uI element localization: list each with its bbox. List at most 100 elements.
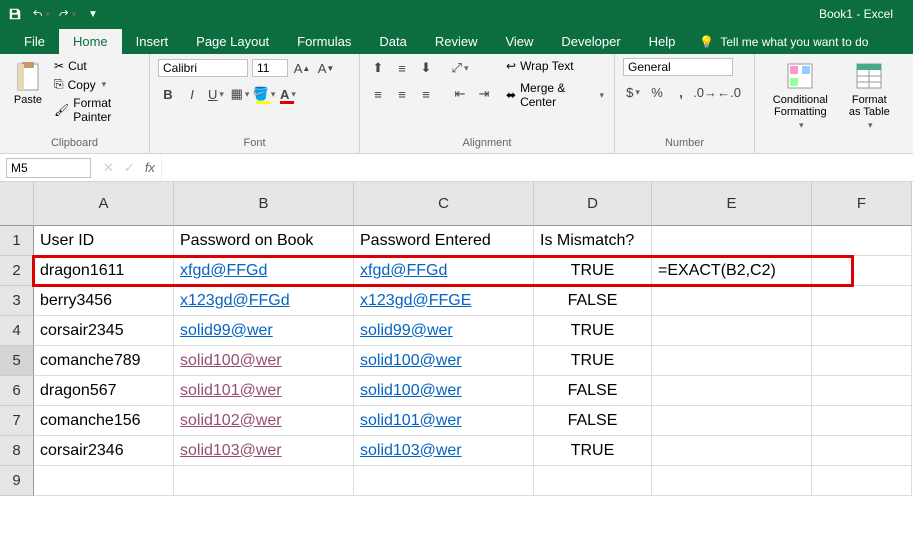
cell[interactable]: solid101@wer [354, 406, 534, 436]
increase-font-icon[interactable]: A▲ [292, 58, 312, 78]
decrease-font-icon[interactable]: A▼ [316, 58, 336, 78]
cell[interactable] [174, 466, 354, 496]
cell[interactable]: solid102@wer [174, 406, 354, 436]
cell[interactable] [812, 376, 912, 406]
cell[interactable]: comanche156 [34, 406, 174, 436]
cell[interactable]: xfgd@FFGd [354, 256, 534, 286]
cell[interactable] [812, 316, 912, 346]
save-icon[interactable] [6, 5, 24, 23]
percent-button[interactable]: % [647, 82, 667, 102]
name-box[interactable] [6, 158, 91, 178]
comma-button[interactable]: , [671, 82, 691, 102]
cell[interactable]: solid100@wer [174, 346, 354, 376]
tab-home[interactable]: Home [59, 29, 122, 54]
col-header[interactable]: E [652, 182, 812, 226]
cell[interactable] [354, 466, 534, 496]
align-bottom-icon[interactable]: ⬇ [416, 58, 436, 78]
orientation-icon[interactable]: ⤢ [450, 58, 470, 78]
redo-icon[interactable] [58, 5, 76, 23]
cell[interactable]: TRUE [534, 436, 652, 466]
cell[interactable] [652, 286, 812, 316]
cell[interactable]: corsair2345 [34, 316, 174, 346]
cell[interactable]: dragon1611 [34, 256, 174, 286]
cell[interactable]: TRUE [534, 316, 652, 346]
cell[interactable]: Password Entered [354, 226, 534, 256]
increase-decimal-icon[interactable]: .0→ [695, 82, 715, 102]
cell[interactable] [34, 466, 174, 496]
cut-button[interactable]: ✂Cut [52, 58, 141, 74]
select-all-corner[interactable] [0, 182, 34, 226]
cell[interactable]: Password on Book [174, 226, 354, 256]
undo-icon[interactable] [32, 5, 50, 23]
cell[interactable]: FALSE [534, 286, 652, 316]
merge-center-button[interactable]: ⬌Merge & Center [504, 80, 606, 110]
cell[interactable]: Is Mismatch? [534, 226, 652, 256]
font-name-select[interactable] [158, 59, 248, 77]
qat-customize-icon[interactable]: ▼ [84, 5, 102, 23]
cell[interactable]: solid103@wer [354, 436, 534, 466]
row-header[interactable]: 8 [0, 436, 34, 466]
cell[interactable]: comanche789 [34, 346, 174, 376]
cell[interactable]: solid101@wer [174, 376, 354, 406]
cell[interactable] [812, 436, 912, 466]
tab-file[interactable]: File [10, 29, 59, 54]
align-left-icon[interactable]: ≡ [368, 84, 388, 104]
cell[interactable]: User ID [34, 226, 174, 256]
underline-button[interactable]: U [206, 84, 226, 104]
col-header[interactable]: B [174, 182, 354, 226]
tab-review[interactable]: Review [421, 29, 492, 54]
tab-page-layout[interactable]: Page Layout [182, 29, 283, 54]
row-header[interactable]: 4 [0, 316, 34, 346]
row-header[interactable]: 2 [0, 256, 34, 286]
font-color-button[interactable]: A [278, 84, 298, 104]
currency-button[interactable]: $ [623, 82, 643, 102]
tab-data[interactable]: Data [365, 29, 420, 54]
cell[interactable]: TRUE [534, 256, 652, 286]
cell[interactable] [652, 346, 812, 376]
format-as-table-button[interactable]: Format as Table [842, 58, 897, 133]
cell[interactable]: solid100@wer [354, 346, 534, 376]
cell[interactable] [652, 316, 812, 346]
col-header[interactable]: F [812, 182, 912, 226]
border-button[interactable]: ▦ [230, 84, 250, 104]
cell[interactable] [812, 286, 912, 316]
conditional-formatting-button[interactable]: Conditional Formatting [763, 58, 838, 133]
number-format-select[interactable] [623, 58, 733, 76]
col-header[interactable]: C [354, 182, 534, 226]
fill-color-button[interactable]: 🪣 [254, 84, 274, 104]
align-top-icon[interactable]: ⬆ [368, 58, 388, 78]
cell[interactable] [812, 346, 912, 376]
bold-button[interactable]: B [158, 84, 178, 104]
cell[interactable]: x123gd@FFGd [174, 286, 354, 316]
tell-me-search[interactable]: 💡Tell me what you want to do [689, 30, 878, 54]
cell[interactable]: dragon567 [34, 376, 174, 406]
align-middle-icon[interactable]: ≡ [392, 58, 412, 78]
cell[interactable]: =EXACT(B2,C2) [652, 256, 812, 286]
copy-button[interactable]: ⎘Copy [52, 76, 141, 93]
cell[interactable]: berry3456 [34, 286, 174, 316]
cell[interactable] [652, 376, 812, 406]
cell[interactable] [652, 406, 812, 436]
cell[interactable]: solid100@wer [354, 376, 534, 406]
fx-icon[interactable]: fx [145, 160, 155, 175]
row-header[interactable]: 1 [0, 226, 34, 256]
formula-input[interactable] [161, 154, 913, 181]
tab-insert[interactable]: Insert [122, 29, 183, 54]
cell[interactable]: solid103@wer [174, 436, 354, 466]
col-header[interactable]: A [34, 182, 174, 226]
cell[interactable]: corsair2346 [34, 436, 174, 466]
cell[interactable]: xfgd@FFGd [174, 256, 354, 286]
cell[interactable]: solid99@wer [174, 316, 354, 346]
tab-help[interactable]: Help [635, 29, 690, 54]
tab-view[interactable]: View [491, 29, 547, 54]
paste-button[interactable]: Paste [8, 58, 48, 108]
format-painter-button[interactable]: 🖌Format Painter [52, 95, 141, 125]
cell[interactable] [812, 256, 912, 286]
row-header[interactable]: 9 [0, 466, 34, 496]
tab-formulas[interactable]: Formulas [283, 29, 365, 54]
cell[interactable] [812, 406, 912, 436]
cell[interactable] [652, 436, 812, 466]
decrease-indent-icon[interactable]: ⇤ [450, 84, 470, 104]
col-header[interactable]: D [534, 182, 652, 226]
cell[interactable]: FALSE [534, 406, 652, 436]
